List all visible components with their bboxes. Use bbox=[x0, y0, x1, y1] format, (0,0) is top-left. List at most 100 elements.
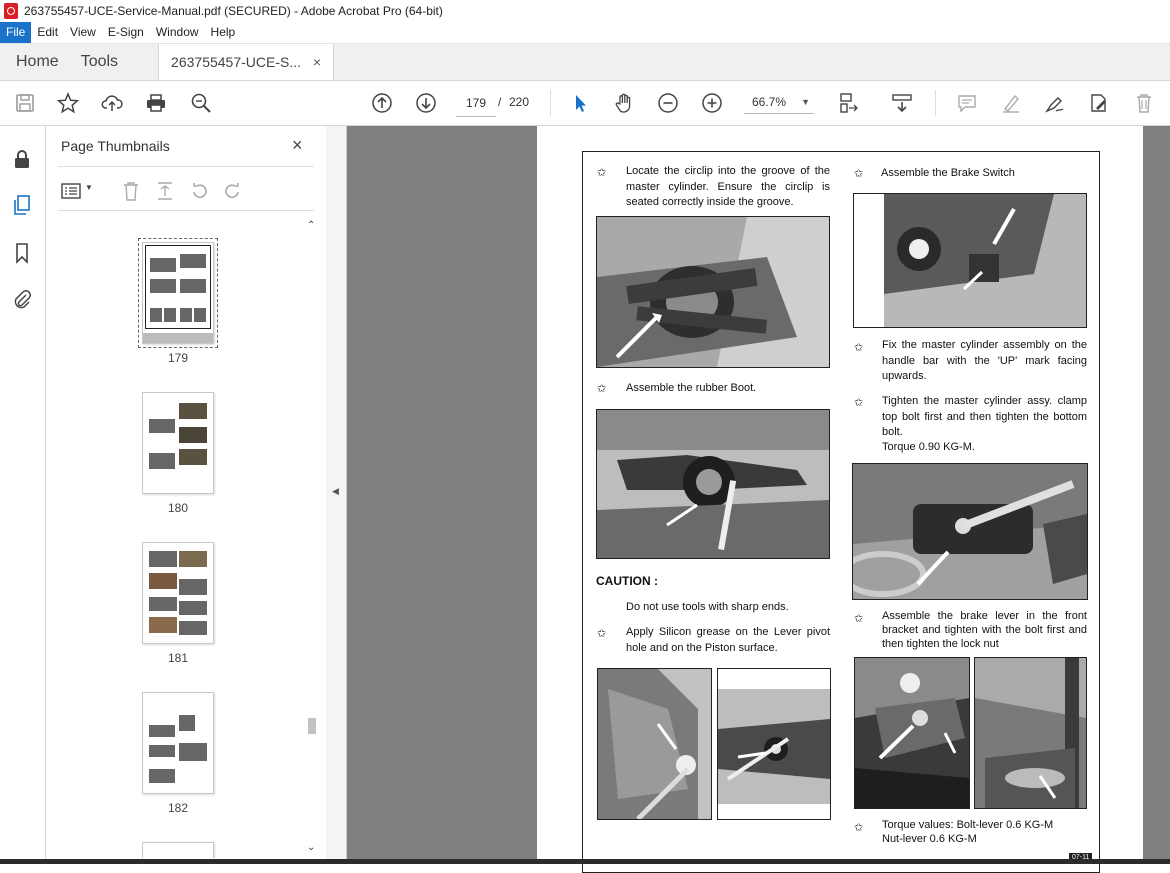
page-number-input[interactable] bbox=[456, 90, 496, 117]
attachment-icon[interactable] bbox=[11, 288, 33, 310]
comment-icon[interactable] bbox=[955, 91, 979, 115]
panel-collapse-handle[interactable]: ◀ bbox=[326, 126, 347, 864]
cursor-icon[interactable] bbox=[568, 91, 592, 115]
scroll-mode-icon[interactable] bbox=[890, 91, 914, 115]
divider bbox=[58, 166, 314, 167]
menu-esign[interactable]: E-Sign bbox=[102, 22, 150, 43]
thumbnail-label: 181 bbox=[167, 651, 189, 665]
rotate-cw-icon[interactable] bbox=[222, 180, 244, 202]
bullet-star: ✩ bbox=[854, 168, 864, 180]
caution-text: Do not use tools with sharp ends. bbox=[626, 601, 789, 613]
save-icon[interactable] bbox=[13, 91, 37, 115]
toolbar-separator bbox=[935, 90, 936, 116]
print-icon[interactable] bbox=[144, 91, 168, 115]
tab-document-label: 263755457-UCE-S... bbox=[171, 54, 302, 70]
highlight-icon[interactable] bbox=[999, 91, 1023, 115]
chevron-down-icon: ▼ bbox=[801, 96, 810, 107]
scrollbar-thumb[interactable] bbox=[308, 718, 316, 734]
tab-document[interactable]: 263755457-UCE-S... × bbox=[158, 44, 335, 80]
scroll-down-icon[interactable]: ⌄ bbox=[307, 842, 315, 853]
arrow-up-icon[interactable] bbox=[370, 91, 394, 115]
thumbnail-scrollbar[interactable]: ⌃ ⌄ bbox=[304, 218, 320, 858]
photo-lever-pivot bbox=[597, 668, 712, 820]
tab-home[interactable]: Home bbox=[0, 44, 75, 80]
bookmark-icon[interactable] bbox=[11, 242, 33, 264]
zoom-select[interactable]: 66.7% ▼ bbox=[744, 90, 814, 114]
right-step2-text: Fix the master cylinder assembly on the … bbox=[882, 339, 1087, 382]
caution-title: CAUTION : bbox=[596, 574, 658, 588]
acrobat-app-icon bbox=[4, 3, 18, 19]
thumbnail-page-180[interactable] bbox=[142, 392, 214, 494]
panel-title: Page Thumbnails bbox=[61, 138, 170, 154]
page-separator: / bbox=[498, 95, 502, 109]
fit-page-icon[interactable] bbox=[836, 91, 860, 115]
document-viewer[interactable]: ✩ Locate the circlip into the groove of … bbox=[347, 126, 1170, 873]
zoom-in-icon[interactable] bbox=[700, 91, 724, 115]
left-step2-text: Assemble the rubber Boot. bbox=[626, 382, 757, 394]
left-step3-text: Apply Silicon grease on the Lever pivot … bbox=[626, 626, 830, 654]
menu-bar: File Edit View E-Sign Window Help bbox=[0, 22, 1170, 44]
thumbnail-page-179[interactable] bbox=[138, 238, 218, 348]
zoom-search-icon[interactable] bbox=[189, 91, 213, 115]
zoom-out-icon[interactable] bbox=[656, 91, 680, 115]
page-total: 220 bbox=[509, 95, 530, 109]
close-icon[interactable]: × bbox=[292, 135, 303, 156]
chevron-down-icon[interactable]: ▼ bbox=[85, 183, 93, 192]
scroll-up-icon[interactable]: ⌃ bbox=[307, 220, 315, 231]
thumbnail-page-182[interactable] bbox=[142, 692, 214, 794]
bullet-star: ✩ bbox=[854, 822, 864, 834]
zoom-value: 66.7% bbox=[752, 94, 787, 109]
star-icon[interactable] bbox=[56, 91, 80, 115]
thumbnail-label: 182 bbox=[167, 801, 189, 815]
bullet-star: ✩ bbox=[854, 342, 864, 354]
thumbnail-label: 180 bbox=[167, 501, 189, 515]
thumbnail-page-183[interactable] bbox=[142, 842, 214, 858]
delete-icon[interactable] bbox=[1132, 91, 1156, 115]
rotate-ccw-icon[interactable] bbox=[188, 180, 210, 202]
right-step3-torque: Torque 0.90 KG-M. bbox=[882, 441, 975, 453]
bullet-star: ✩ bbox=[597, 383, 607, 395]
lock-icon[interactable] bbox=[11, 148, 33, 170]
divider bbox=[58, 210, 314, 211]
options-list-icon[interactable] bbox=[60, 180, 82, 202]
menu-window[interactable]: Window bbox=[150, 22, 205, 43]
chevron-left-icon[interactable]: ◀ bbox=[332, 486, 339, 497]
edit-pdf-icon[interactable] bbox=[1087, 91, 1111, 115]
tab-bar: Home Tools 263755457-UCE-S... × bbox=[0, 44, 1170, 81]
main-toolbar bbox=[0, 81, 1170, 126]
bullet-star: ✩ bbox=[597, 167, 607, 179]
toolbar-separator bbox=[550, 90, 551, 116]
upload-icon[interactable] bbox=[100, 91, 124, 115]
page-frame: ✩ Locate the circlip into the groove of … bbox=[582, 151, 1100, 873]
hand-icon[interactable] bbox=[612, 91, 636, 115]
window-title: 263755457-UCE-Service-Manual.pdf (SECURE… bbox=[24, 4, 443, 18]
tab-tools[interactable]: Tools bbox=[75, 44, 134, 80]
thumbnail-content bbox=[145, 245, 211, 329]
extract-page-icon[interactable] bbox=[154, 180, 176, 202]
menu-help[interactable]: Help bbox=[205, 22, 242, 43]
bullet-star: ✩ bbox=[854, 397, 864, 409]
menu-view[interactable]: View bbox=[64, 22, 102, 43]
photo-brake-lever-bolt bbox=[854, 657, 970, 809]
left-rail bbox=[0, 126, 46, 864]
right-step3-text: Tighten the master cylinder assy. clamp … bbox=[882, 395, 1087, 438]
title-bar: 263755457-UCE-Service-Manual.pdf (SECURE… bbox=[0, 0, 1170, 22]
thumbnail-page-181[interactable] bbox=[142, 542, 214, 644]
photo-master-cylinder-clamp bbox=[852, 463, 1088, 600]
right-step4-text: Assemble the brake lever in the front br… bbox=[882, 610, 1087, 650]
pdf-page: ✩ Locate the circlip into the groove of … bbox=[537, 126, 1143, 873]
menu-file[interactable]: File bbox=[0, 22, 32, 43]
photo-rubber-boot bbox=[596, 409, 830, 559]
pages-icon[interactable] bbox=[11, 194, 33, 216]
sign-icon[interactable] bbox=[1043, 91, 1067, 115]
bullet-star: ✩ bbox=[597, 628, 607, 640]
arrow-down-icon[interactable] bbox=[414, 91, 438, 115]
photo-circlip bbox=[596, 216, 830, 368]
photo-piston-surface bbox=[717, 668, 831, 820]
status-strip bbox=[0, 859, 1170, 864]
right-step1-text: Assemble the Brake Switch bbox=[881, 167, 1015, 179]
tab-close-icon[interactable]: × bbox=[313, 44, 321, 80]
delete-page-icon[interactable] bbox=[120, 180, 142, 202]
menu-edit[interactable]: Edit bbox=[31, 22, 64, 43]
thumbnail-list: 179 180 181 182 bbox=[46, 218, 304, 858]
